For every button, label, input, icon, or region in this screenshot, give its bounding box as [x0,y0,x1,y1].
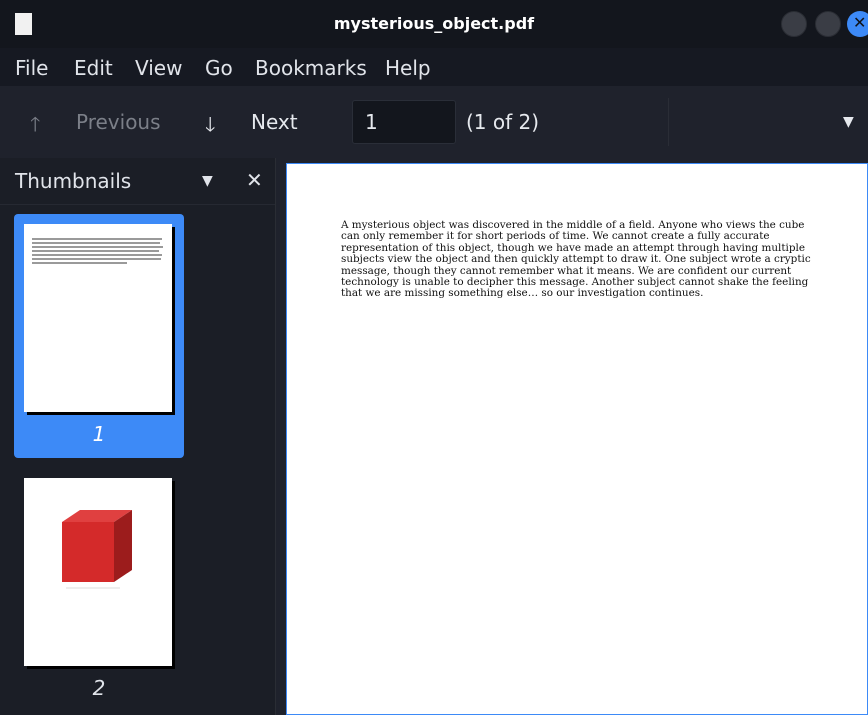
window-title: mysterious_object.pdf [333,14,535,33]
menu-view[interactable]: View [135,56,182,80]
close-icon: ✕ [853,13,867,32]
page-body-text: A mysterious object was discovered in th… [341,219,811,300]
chevron-down-icon[interactable]: ▼ [202,173,213,189]
toolbar: 🡑 Previous 🡓 Next (1 of 2) ▼ [0,86,868,158]
page-count: (1 of 2) [466,110,540,134]
maximize-button[interactable] [815,11,841,37]
thumbnail-page-1[interactable] [24,224,172,412]
thumbnail-label-1: 1 [92,422,106,446]
next-button[interactable]: Next [251,110,298,134]
cube-drawing [62,510,132,589]
close-window-button[interactable]: ✕ [847,11,868,37]
sidebar-header: Thumbnails ▼ ✕ [0,158,275,205]
thumbnail-label-2: 2 [92,676,106,700]
pdf-page-1: A mysterious object was discovered in th… [286,163,868,715]
menu-help[interactable]: Help [385,56,431,80]
close-icon[interactable]: ✕ [246,168,263,192]
arrow-up-icon[interactable]: 🡑 [30,110,40,144]
menu-edit[interactable]: Edit [74,56,113,80]
previous-button[interactable]: Previous [76,110,161,134]
toolbar-divider [668,98,669,146]
menu-go[interactable]: Go [205,56,233,80]
page-number-input[interactable] [352,100,456,144]
arrow-down-icon[interactable]: 🡓 [205,110,215,144]
thumbnails-sidebar: Thumbnails ▼ ✕ 1 2 [0,158,276,715]
minimize-button[interactable] [781,11,807,37]
thumbnail-page-2[interactable] [24,478,172,666]
sidebar-title: Thumbnails [15,169,132,193]
menu-bar: File Edit View Go Bookmarks Help [0,48,868,86]
document-view[interactable]: A mysterious object was discovered in th… [276,158,868,715]
chevron-down-icon[interactable]: ▼ [843,114,854,130]
menu-bookmarks[interactable]: Bookmarks [255,56,367,80]
title-bar: mysterious_object.pdf ✕ [0,0,868,48]
menu-file[interactable]: File [15,56,48,80]
